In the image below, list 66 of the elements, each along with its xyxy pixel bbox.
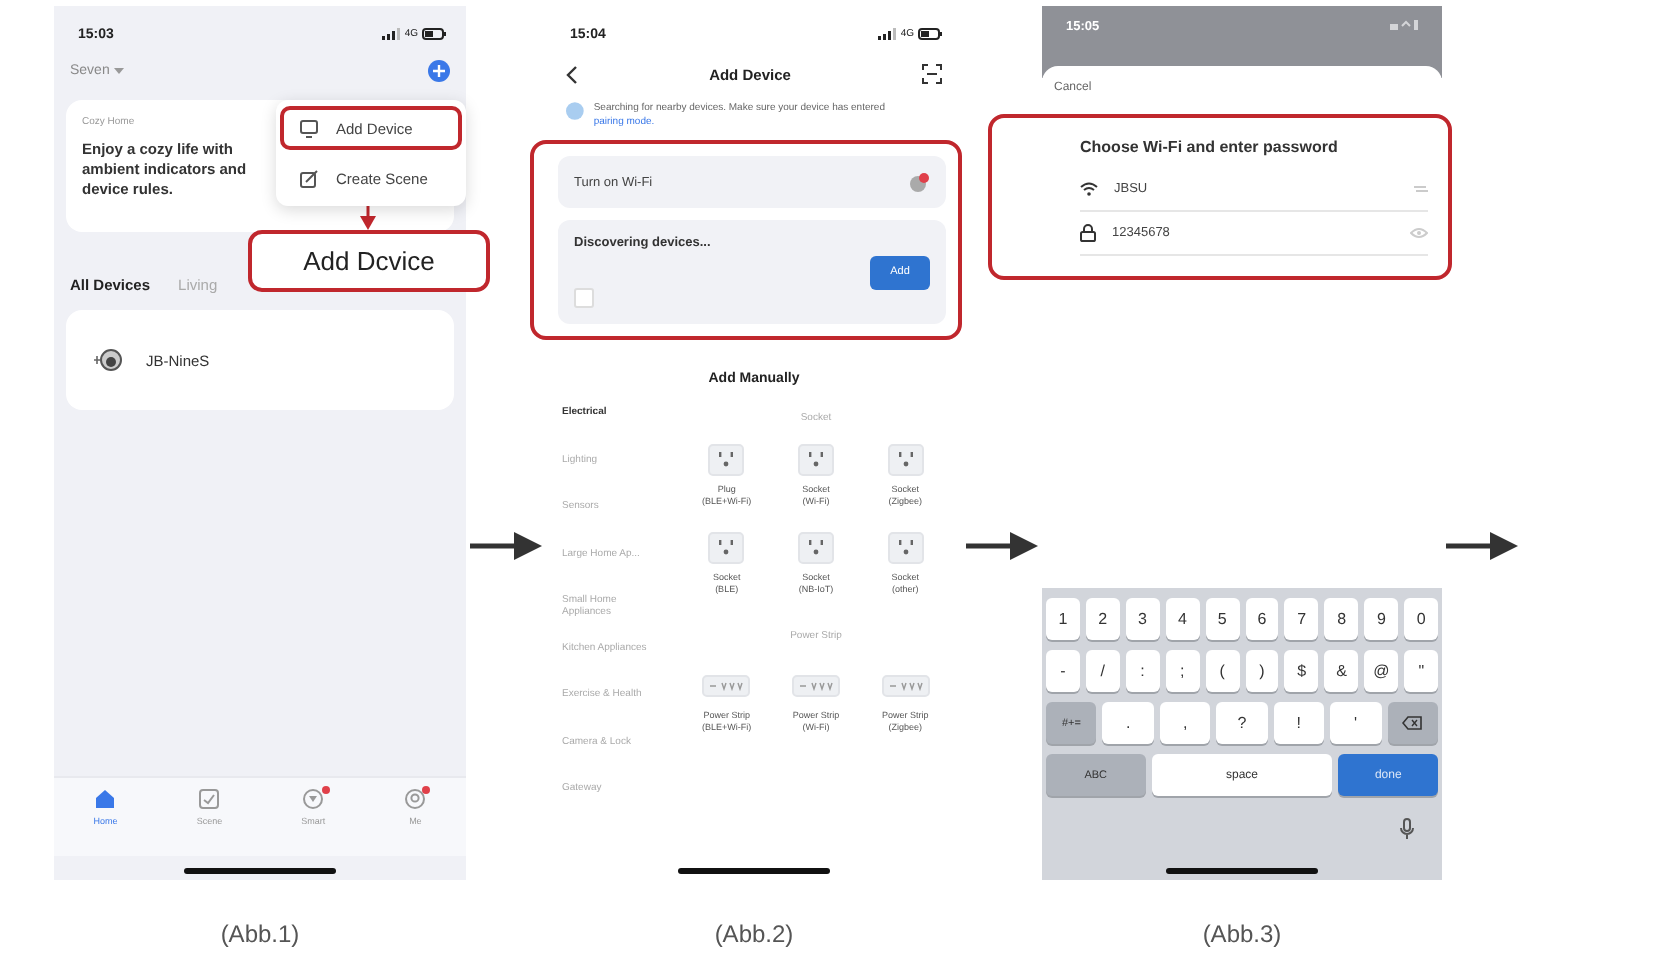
- wifi-icon: [1080, 182, 1098, 196]
- key[interactable]: 9: [1364, 598, 1399, 640]
- caret-icon: [113, 67, 124, 73]
- search-indicator-icon: [566, 102, 584, 120]
- key[interactable]: @: [1364, 650, 1399, 692]
- backspace-key[interactable]: [1387, 702, 1438, 744]
- key[interactable]: ?: [1216, 702, 1268, 744]
- key[interactable]: &: [1324, 650, 1359, 692]
- scan-icon[interactable]: [921, 64, 942, 84]
- signal-icon: [878, 28, 897, 40]
- key[interactable]: ): [1245, 650, 1279, 692]
- key[interactable]: ': [1330, 702, 1382, 744]
- circle-icon: [302, 788, 325, 810]
- form-heading: Choose Wi-Fi and enter password: [1080, 138, 1340, 156]
- camera-icon: [94, 346, 122, 374]
- key[interactable]: 0: [1404, 598, 1439, 640]
- key[interactable]: 7: [1284, 598, 1319, 640]
- key[interactable]: 6: [1245, 598, 1279, 640]
- lock-icon: [1080, 224, 1096, 242]
- power-strip-icon: [702, 670, 751, 703]
- power-strip-icon: [791, 670, 840, 703]
- battery-icon: [422, 28, 446, 40]
- back-icon[interactable]: [566, 65, 578, 83]
- house-icon: [94, 788, 117, 810]
- socket-icon: [797, 444, 834, 476]
- key[interactable]: /: [1085, 650, 1120, 692]
- key[interactable]: ,: [1159, 702, 1211, 744]
- battery-icon: [918, 28, 942, 40]
- socket-icon: [887, 444, 924, 476]
- checkbox-icon: [198, 788, 221, 810]
- socket-icon: [708, 531, 745, 564]
- key[interactable]: 5: [1205, 598, 1240, 640]
- key[interactable]: ": [1404, 650, 1439, 692]
- flow-arrow: [966, 532, 1038, 560]
- key[interactable]: -: [1046, 650, 1080, 692]
- flow-arrow: [1446, 532, 1518, 560]
- key[interactable]: 4: [1165, 598, 1200, 640]
- figure-caption: (Abb.2): [714, 920, 794, 948]
- key[interactable]: ;: [1165, 650, 1200, 692]
- monitor-icon: [300, 119, 318, 137]
- socket-icon: [797, 531, 834, 564]
- key[interactable]: .: [1102, 702, 1154, 744]
- key[interactable]: !: [1273, 702, 1325, 744]
- key[interactable]: 2: [1085, 598, 1120, 640]
- device-placeholder-icon: [574, 288, 594, 308]
- key[interactable]: 3: [1125, 598, 1160, 640]
- edit-icon: [300, 169, 318, 187]
- power-strip-icon: [881, 670, 930, 703]
- backspace-icon: [1402, 716, 1423, 730]
- key[interactable]: $: [1284, 650, 1319, 692]
- microphone-icon[interactable]: [1400, 818, 1414, 840]
- pointer-arrow: [358, 206, 378, 230]
- figure-caption: (Abb.1): [220, 920, 300, 948]
- socket-icon: [708, 444, 745, 476]
- figure-caption: (Abb.3): [1202, 920, 1282, 948]
- person-icon: [404, 788, 427, 810]
- callout-label: Add Dcvice: [248, 230, 490, 292]
- socket-icon: [887, 531, 924, 564]
- key[interactable]: 1: [1046, 598, 1080, 640]
- key[interactable]: (: [1205, 650, 1240, 692]
- add-icon[interactable]: [428, 59, 450, 81]
- signal-icon: [382, 28, 401, 40]
- key[interactable]: 8: [1324, 598, 1359, 640]
- status-icons: [1390, 20, 1418, 30]
- key[interactable]: :: [1125, 650, 1160, 692]
- flow-arrow: [470, 532, 542, 560]
